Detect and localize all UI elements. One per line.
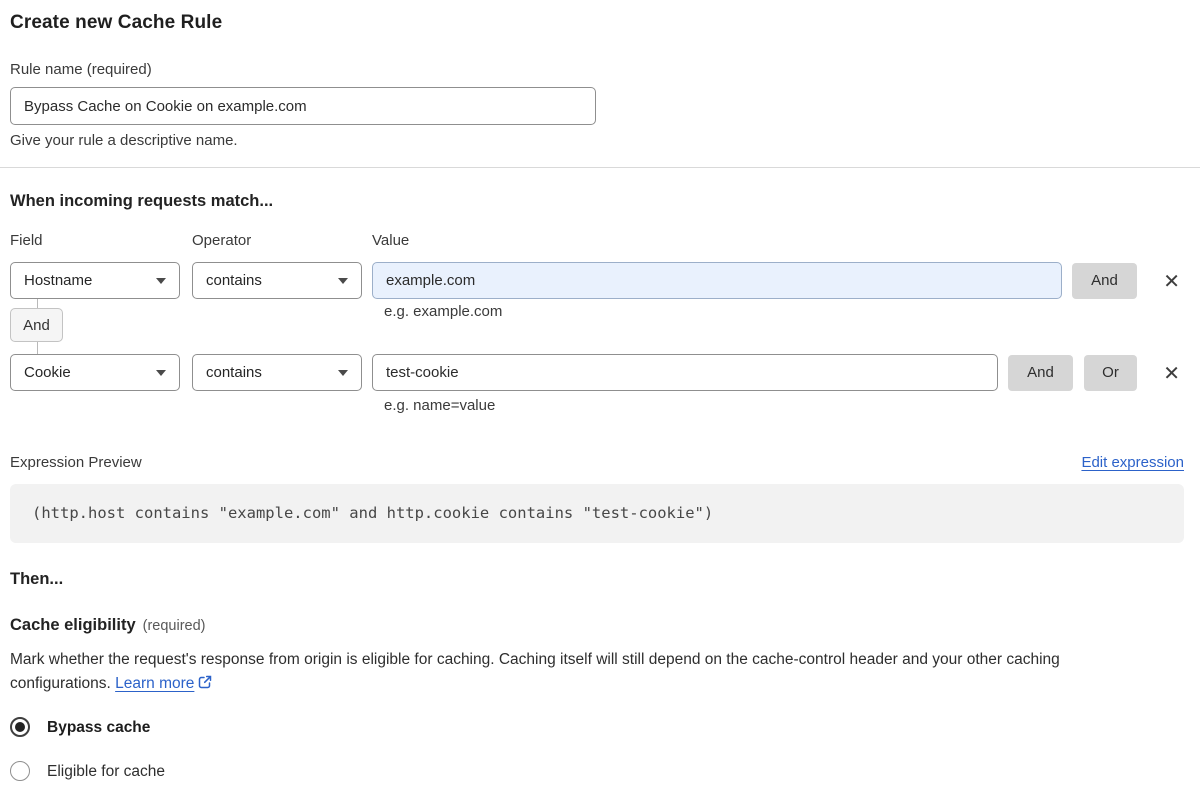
cache-eligibility-heading-row: Cache eligibility (required) [10,615,1184,635]
chevron-down-icon [338,277,348,284]
operator-select-value: contains [206,364,262,381]
field-select-value: Cookie [24,364,71,381]
add-or-condition-button[interactable]: Or [1084,354,1137,391]
operator-select-value: contains [206,272,262,289]
field-select-value: Hostname [24,272,93,289]
condition-row: Hostname contains And ✕ [10,262,1184,299]
cache-eligibility-description: Mark whether the request's response from… [10,648,1162,698]
close-icon: ✕ [1163,268,1180,293]
operator-select[interactable]: contains [192,262,362,299]
create-cache-rule-form: Create new Cache Rule Rule name (require… [0,0,1200,793]
expression-preview-header: Expression Preview Edit expression [10,453,1184,472]
condition-row-gap: And e.g. example.com [10,299,1184,354]
operator-select[interactable]: contains [192,354,362,391]
close-icon: ✕ [1163,360,1180,385]
add-and-condition-button[interactable]: And [1072,262,1137,299]
rule-name-label: Rule name (required) [10,61,152,78]
remove-condition-button[interactable]: ✕ [1163,363,1180,383]
rule-name-help: Give your rule a descriptive name. [10,132,238,149]
field-select[interactable]: Cookie [10,354,180,391]
edit-expression-link[interactable]: Edit expression [1081,453,1184,472]
and-connector-button[interactable]: And [10,299,63,354]
rule-name-input[interactable] [10,87,596,125]
section-divider [0,167,1200,168]
chevron-down-icon [338,369,348,376]
page-title: Create new Cache Rule [10,12,223,33]
radio-label: Bypass cache [47,718,151,736]
field-select[interactable]: Hostname [10,262,180,299]
operator-column-label: Operator [192,232,252,249]
add-and-condition-button[interactable]: And [1008,354,1073,391]
radio-option-eligible-for-cache[interactable]: Eligible for cache [10,761,1184,781]
learn-more-link[interactable]: Learn more [115,675,194,692]
radio-label: Eligible for cache [47,762,166,780]
expression-preview-label: Expression Preview [10,454,142,471]
match-heading: When incoming requests match... [10,192,274,210]
expression-code: (http.host contains "example.com" and ht… [10,484,1184,543]
value-input[interactable] [372,354,998,391]
radio-option-bypass-cache[interactable]: Bypass cache [10,717,1184,737]
required-note: (required) [142,618,206,634]
chevron-down-icon [156,369,166,376]
field-column-label: Field [10,232,43,249]
condition-column-labels: Field Operator Value [10,232,1184,250]
external-link-icon [197,674,213,698]
radio-unselected-icon[interactable] [10,761,30,781]
value-hint: e.g. name=value [384,397,496,414]
remove-condition-button[interactable]: ✕ [1163,271,1180,291]
then-heading: Then... [10,570,64,588]
chevron-down-icon [156,277,166,284]
cache-eligibility-heading: Cache eligibility [10,616,136,634]
value-hint: e.g. example.com [384,303,503,320]
value-column-label: Value [372,232,410,249]
condition-row: Cookie contains And Or ✕ [10,354,1184,391]
value-input[interactable] [372,262,1062,299]
radio-selected-icon[interactable] [10,717,30,737]
